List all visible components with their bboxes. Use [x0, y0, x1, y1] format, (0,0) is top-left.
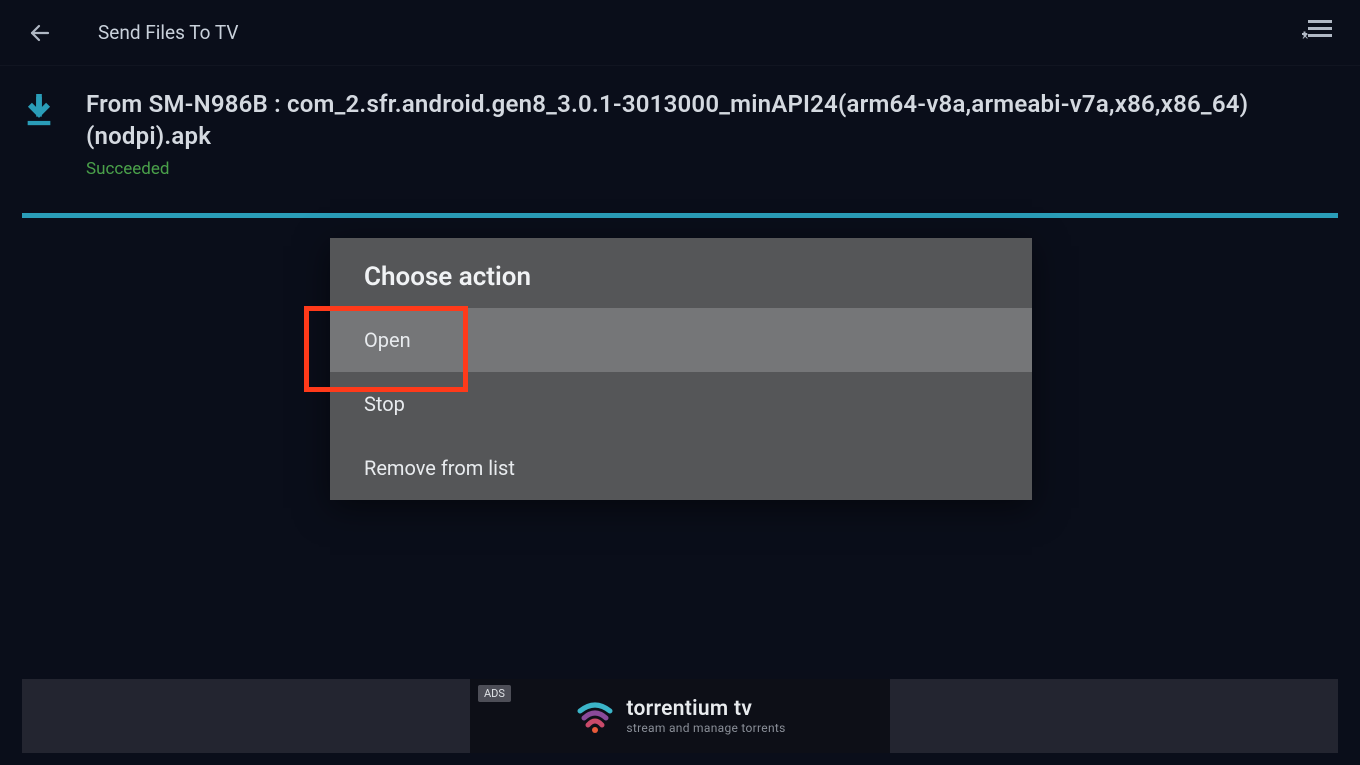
transfer-filename: From SM-N986B : com_2.sfr.android.gen8_3…	[86, 88, 1338, 153]
action-dialog: Choose action Open Stop Remove from list	[330, 238, 1032, 500]
ad-banner[interactable]: ADS torrentium tv stream and manage torr…	[22, 679, 1338, 753]
header-left: Send Files To TV	[28, 21, 238, 45]
dialog-item-stop[interactable]: Stop	[330, 372, 1032, 436]
transfer-status: Succeeded	[86, 159, 1338, 179]
back-arrow-icon[interactable]	[28, 21, 52, 45]
ad-badge: ADS	[478, 685, 511, 702]
dialog-item-open[interactable]: Open	[330, 308, 1032, 372]
ad-title: torrentium tv	[626, 697, 785, 721]
ad-logo: torrentium tv stream and manage torrents	[574, 695, 785, 737]
ad-subtitle: stream and manage torrents	[626, 721, 785, 735]
ad-text: torrentium tv stream and manage torrents	[626, 697, 785, 735]
transfer-text: From SM-N986B : com_2.sfr.android.gen8_3…	[86, 88, 1338, 179]
svg-text:×: ×	[1302, 29, 1308, 43]
dialog-title: Choose action	[330, 238, 1032, 308]
header-right: ×	[1302, 18, 1332, 48]
filter-list-icon[interactable]: ×	[1302, 18, 1332, 48]
transfer-item[interactable]: From SM-N986B : com_2.sfr.android.gen8_3…	[0, 66, 1360, 193]
accent-divider	[22, 213, 1338, 218]
page-title: Send Files To TV	[98, 21, 238, 44]
app-header: Send Files To TV ×	[0, 0, 1360, 66]
ad-content[interactable]: ADS torrentium tv stream and manage torr…	[470, 679, 890, 753]
download-icon	[22, 94, 56, 132]
wifi-layers-icon	[574, 695, 616, 737]
dialog-item-remove[interactable]: Remove from list	[330, 436, 1032, 500]
